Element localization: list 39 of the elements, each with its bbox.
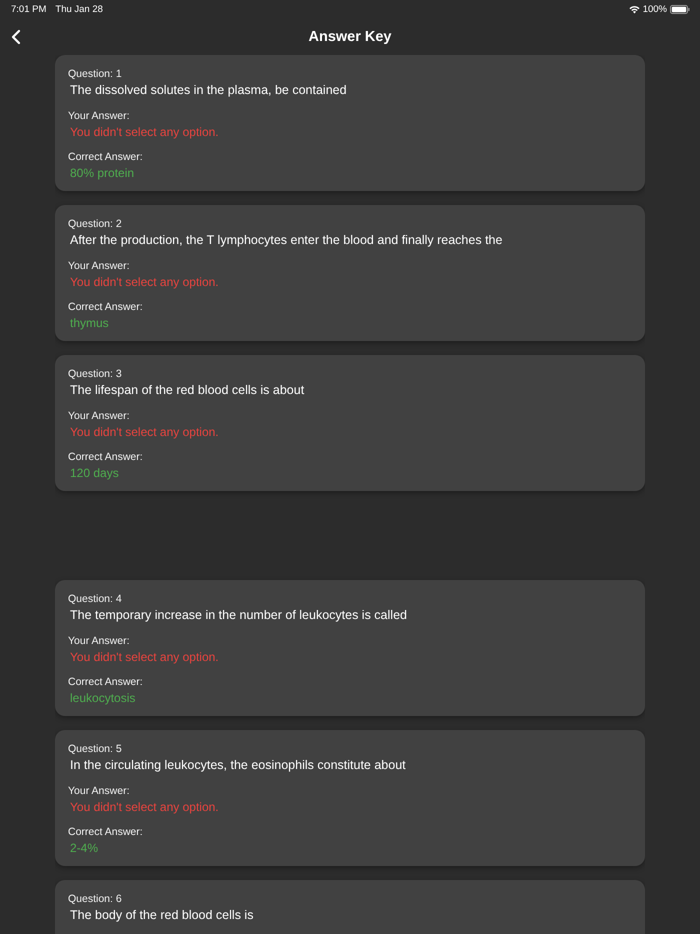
answer-label: Correct Answer: — [68, 675, 144, 690]
status-date: Thu Jan 28 — [55, 4, 103, 14]
correct-answer: 2-4% — [69, 840, 100, 856]
question-text: The body of the red blood cells is — [69, 907, 254, 924]
question-number: Question: 5 — [68, 742, 123, 757]
answer-label: Correct Answer: — [68, 300, 144, 315]
answer-label: Correct Answer: — [68, 450, 144, 465]
your-answer: You didn't select any option. — [69, 799, 220, 815]
answer-label: Your Answer: — [68, 634, 130, 649]
back-icon — [10, 29, 22, 45]
answer-label: Correct Answer: — [68, 150, 144, 165]
battery-icon — [670, 4, 690, 14]
answer-label: Your Answer: — [68, 409, 130, 424]
your-answer: You didn't select any option. — [69, 424, 220, 440]
correct-answer: thymus — [69, 315, 110, 331]
question-text: After the production, the T lymphocytes enter the blood and finally reaches the — [69, 232, 504, 249]
question-number: Question: 1 — [68, 67, 123, 82]
answer-label: Your Answer: — [68, 109, 130, 124]
question-number: Question: 6 — [68, 892, 123, 907]
correct-answer: 80% protein — [69, 165, 136, 181]
question-text: The lifespan of the red blood cells is about — [69, 382, 306, 399]
your-answer: You didn't select any option. — [69, 274, 220, 290]
status-time: 7:01 PM — [11, 4, 46, 14]
battery-percent: 100% — [642, 4, 667, 14]
question-number: Question: 2 — [68, 217, 123, 232]
question-number: Question: 4 — [68, 592, 123, 607]
your-answer: You didn't select any option. — [69, 649, 220, 665]
answer-label: Your Answer: — [68, 784, 130, 799]
correct-answer: 120 days — [69, 465, 120, 481]
answer-label: Your Answer: — [68, 259, 130, 274]
your-answer: You didn't select any option. — [69, 124, 220, 140]
question-text: In the circulating leukocytes, the eosinophils constitute about — [69, 757, 407, 774]
answer-label: Correct Answer: — [68, 825, 144, 840]
question-text: The temporary increase in the number of leukocytes is called — [69, 607, 408, 624]
page-title: Answer Key — [308, 28, 392, 44]
correct-answer: leukocytosis — [69, 690, 136, 706]
question-number: Question: 3 — [68, 367, 123, 382]
question-text: The dissolved solutes in the plasma, be contained — [69, 82, 348, 99]
wifi-icon — [628, 4, 640, 14]
